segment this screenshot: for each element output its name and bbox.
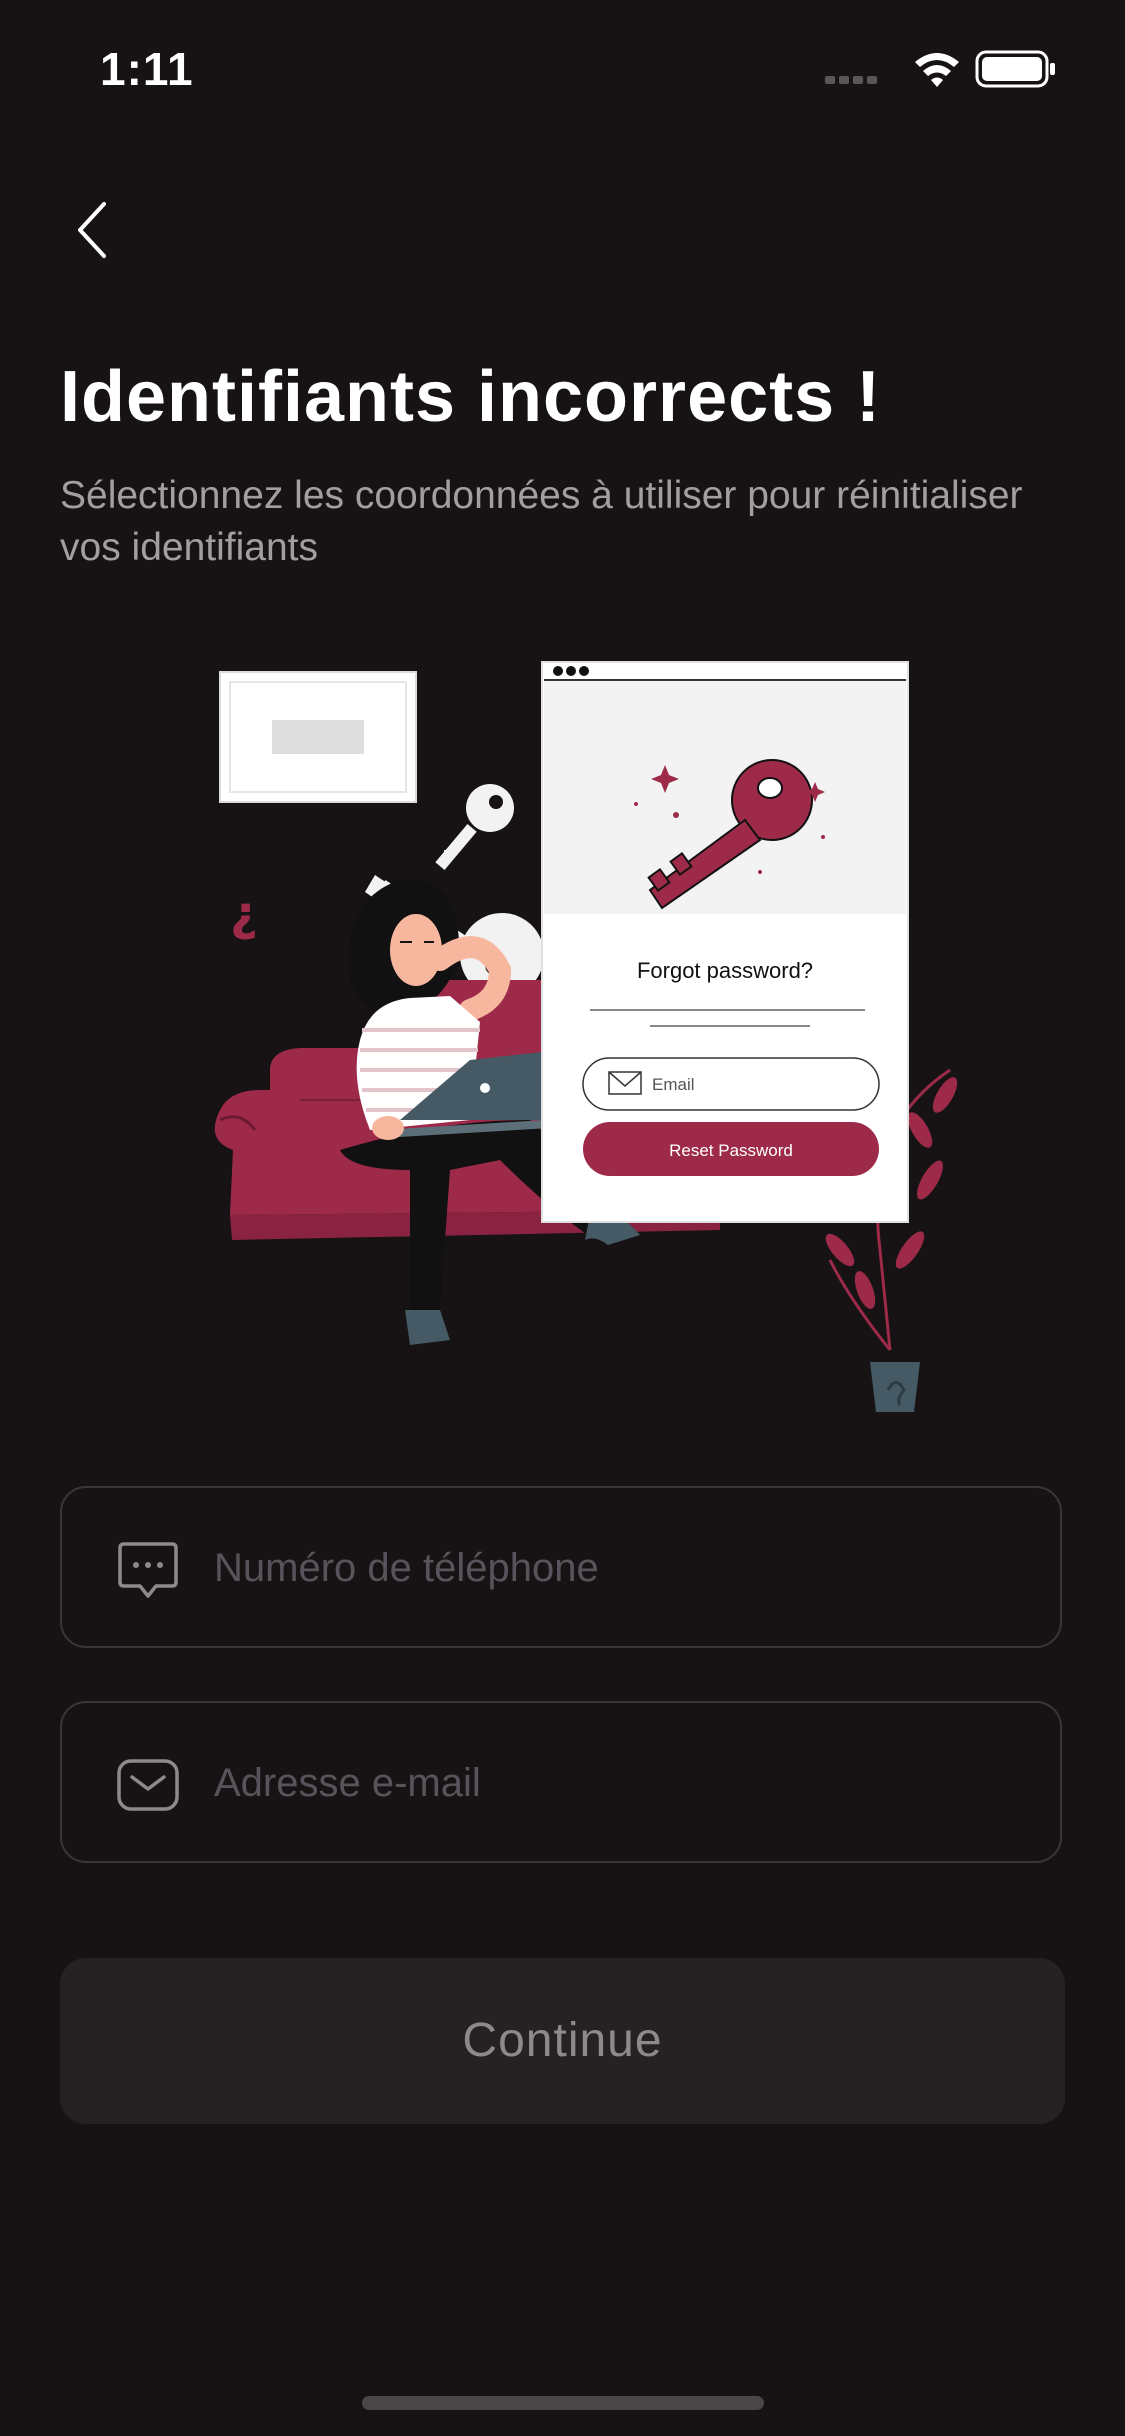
email-placeholder: Adresse e-mail [214,1761,481,1805]
wifi-icon [915,53,959,87]
page-subtitle: Sélectionnez les coordonnées à utiliser … [60,474,1023,569]
cellular-signal-icon [825,76,877,84]
envelope-icon [117,1759,179,1811]
chevron-left-icon [78,202,106,258]
phone-field[interactable]: Numéro de téléphone [60,1486,1062,1648]
card-email-placeholder: Email [652,1075,695,1094]
status-bar: 1:11 [0,0,1125,140]
home-indicator [362,2396,764,2410]
status-time: 1:11 [100,43,194,95]
card-title: Forgot password? [637,958,813,983]
forgot-password-illustration: ¿ Forgot password? Email Reset Password [200,650,980,1450]
back-button[interactable] [60,190,130,270]
small-key [435,784,514,871]
email-field[interactable]: Adresse e-mail [60,1701,1062,1863]
message-bubble-icon [118,1542,178,1598]
picture-frame [219,671,417,803]
login-card: Forgot password? Email Reset Password [541,661,909,1223]
battery-icon [975,50,1055,88]
page-title: Identifiants incorrects ! [60,357,882,437]
question-mark: ¿ [230,886,258,942]
continue-button[interactable]: Continue [60,1958,1065,2124]
phone-placeholder: Numéro de téléphone [214,1546,599,1590]
status-icons [825,46,1085,94]
card-reset-button: Reset Password [669,1141,793,1160]
